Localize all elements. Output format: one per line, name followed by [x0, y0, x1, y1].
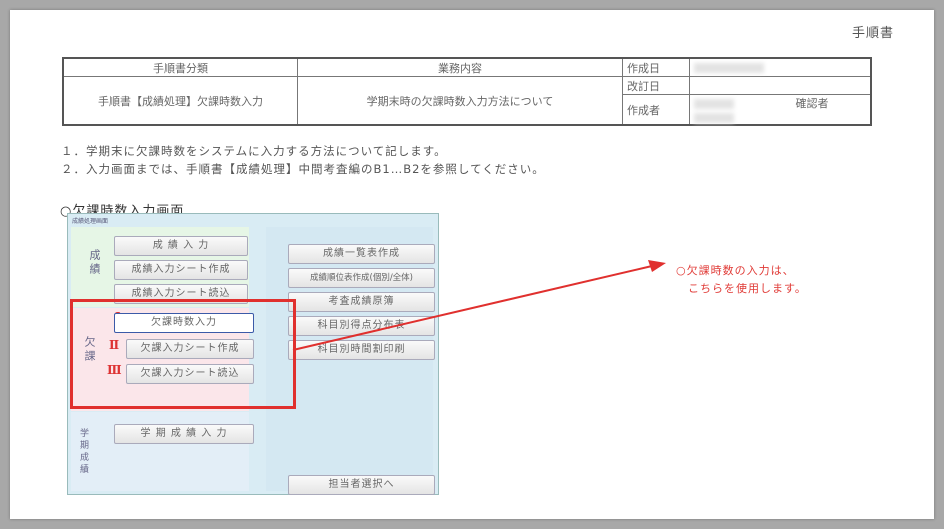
- seiseki-nyuryoku-button[interactable]: 成 績 入 力: [114, 236, 248, 256]
- document-type-label: 手順書: [851, 26, 894, 41]
- seiseki-sheet-sakusei-button[interactable]: 成績入力シート作成: [114, 260, 248, 280]
- header-content: 業務内容: [297, 57, 623, 77]
- note-1: １．学期末に欠課時数をシステムに入力する方法について記します。: [61, 144, 447, 158]
- seiseki-junni-button[interactable]: 成績順位表作成(個別/全体): [288, 268, 435, 288]
- notes: １．学期末に欠課時数をシステムに入力する方法について記します。 ２．入力画面まで…: [61, 142, 545, 178]
- group-seiseki: 成績 成 績 入 力 成績入力シート作成 成績入力シート読込: [71, 227, 249, 307]
- kousa-genbo-button[interactable]: 考査成績原簿: [288, 292, 435, 312]
- revised-label: 改訂日: [622, 76, 690, 95]
- header-category: 手順書分類: [62, 57, 298, 77]
- screen-title: 成績処理画面: [72, 218, 109, 225]
- tokuten-bunpu-button[interactable]: 科目別得点分布表: [288, 316, 435, 336]
- callout-line-1: ○欠課時数の入力は、: [676, 264, 795, 277]
- redacted-checker: [694, 113, 734, 123]
- callout-note: ○欠課時数の入力は、 こちらを使用します。: [676, 262, 807, 298]
- redacted-value: [694, 63, 764, 73]
- highlight-box: [70, 299, 296, 409]
- group-bot-label: 学期成績: [78, 428, 88, 476]
- gakki-seiseki-button[interactable]: 学 期 成 績 入 力: [114, 424, 254, 444]
- jikanwari-insatsu-button[interactable]: 科目別時間割印刷: [288, 340, 435, 360]
- content-value: 学期末時の欠課時数入力方法について: [297, 76, 623, 126]
- revised-value: [689, 76, 872, 95]
- seiseki-ichiran-button[interactable]: 成績一覧表作成: [288, 244, 435, 264]
- author-checker-cell: 確認者: [689, 94, 872, 126]
- callout-line-2: こちらを使用します。: [688, 282, 807, 295]
- note-2: ２．入力画面までは、手順書【成績処理】中間考査編のB1…B2を参照してください。: [61, 162, 545, 176]
- redacted-author: [694, 99, 734, 109]
- tantousha-sentaku-button[interactable]: 担当者選択へ: [288, 475, 435, 495]
- author-label: 作成者: [622, 94, 690, 126]
- group-top-label: 成績: [88, 249, 101, 277]
- created-value: [689, 57, 872, 77]
- category-value: 手順書【成績処理】欠課時数入力: [62, 76, 298, 126]
- group-gakki: 学期成績 学 期 成 績 入 力: [71, 412, 254, 491]
- document-meta-table: 手順書分類 業務内容 作成日 手順書【成績処理】欠課時数入力 学期末時の欠課時数…: [62, 57, 872, 126]
- created-label: 作成日: [622, 57, 690, 77]
- checker-label: 確認者: [795, 97, 829, 110]
